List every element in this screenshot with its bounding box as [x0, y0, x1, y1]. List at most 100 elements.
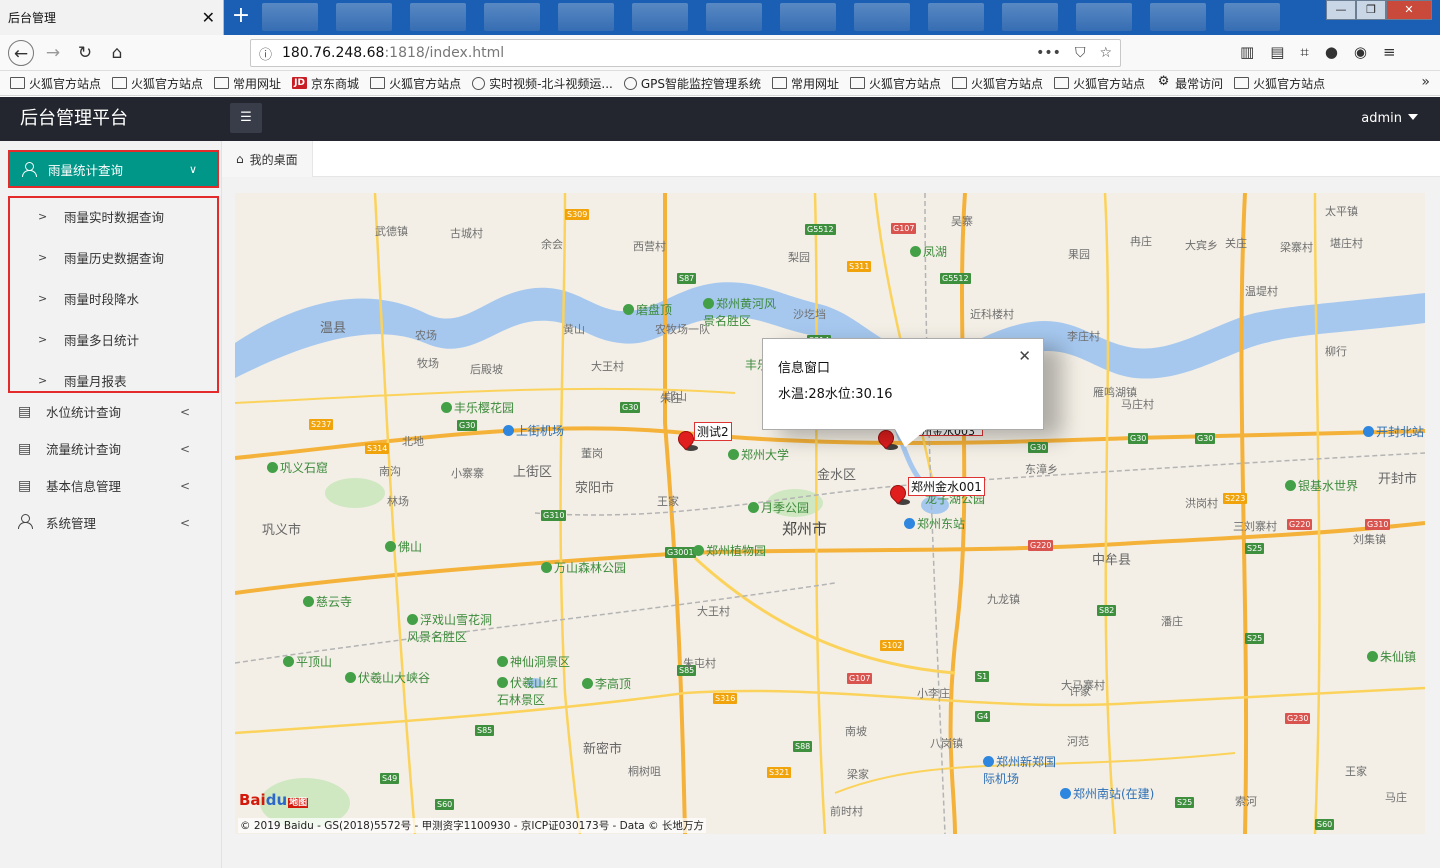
reload-icon[interactable]: ↻ — [72, 40, 98, 66]
sidebar-toggle-icon[interactable]: ▤ — [1270, 43, 1284, 61]
submenu-item-multiday[interactable]: > 雨量多日统计 — [10, 319, 217, 360]
bookmark-item[interactable]: 常用网址 — [214, 75, 281, 92]
poi-moupanding: 磨盘顶 — [623, 301, 672, 318]
tab-thumbnail[interactable] — [336, 3, 392, 31]
road-shield: G220 — [1028, 540, 1054, 551]
tab-thumbnail[interactable] — [1150, 3, 1206, 31]
folder-icon — [1054, 77, 1070, 89]
poi-icon — [728, 449, 739, 460]
library-icon[interactable]: ▥ — [1240, 43, 1254, 61]
bookmark-item[interactable]: 火狐官方站点 — [952, 75, 1043, 92]
bookmark-item[interactable]: 火狐官方站点 — [850, 75, 941, 92]
browser-navbar: ← → ↻ ⌂ ⓘ 180.76.248.68 :1818/index.html… — [0, 35, 1440, 71]
browser-tab[interactable]: 后台管理 ✕ — [0, 0, 224, 35]
bookmark-item[interactable]: JD 京东商城 — [292, 75, 359, 92]
village-label: 余会 — [541, 238, 563, 251]
new-tab-button[interactable]: + — [228, 4, 254, 30]
village-label: 河范 — [1067, 735, 1089, 748]
bookmark-label: 京东商城 — [311, 76, 360, 91]
tab-thumbnail[interactable] — [854, 3, 910, 31]
info-icon[interactable]: ⓘ — [259, 44, 272, 63]
hamburger-menu-icon[interactable]: ≡ — [1383, 43, 1396, 61]
tab-thumbnail[interactable] — [558, 3, 614, 31]
map-marker[interactable] — [886, 481, 910, 511]
map-marker[interactable] — [674, 427, 698, 457]
sidebar-item-rainfall[interactable]: 雨量统计查询 ∨ — [8, 150, 219, 188]
road-shield: S25 — [1245, 543, 1265, 554]
back-icon[interactable]: ← — [8, 40, 34, 66]
tab-thumbnail[interactable] — [632, 3, 688, 31]
tab-thumbnail[interactable] — [484, 3, 540, 31]
minimize-button[interactable]: — — [1326, 0, 1356, 20]
submenu-item-period[interactable]: > 雨量时段降水 — [10, 278, 217, 319]
globe-icon — [623, 76, 637, 90]
forward-icon[interactable]: → — [40, 40, 66, 66]
app-logo[interactable]: 后台管理平台 — [20, 97, 128, 141]
tab-thumbnail[interactable] — [1076, 3, 1132, 31]
sidebar-item-system[interactable]: 系统管理 < — [0, 504, 220, 541]
bookmark-label: 常用网址 — [791, 76, 840, 91]
tab-thumbnail[interactable] — [780, 3, 836, 31]
bookmark-item[interactable]: 火狐官方站点 — [1234, 75, 1325, 92]
maximize-button[interactable]: ❐ — [1356, 0, 1386, 20]
bookmark-label: 最常访问 — [1175, 76, 1224, 91]
bookmark-label: 火狐官方站点 — [389, 76, 462, 91]
rainfall-submenu: > 雨量实时数据查询 > 雨量历史数据查询 > 雨量时段降水 > 雨量多日统计 … — [8, 196, 219, 393]
village-label: 北地 — [402, 435, 424, 448]
window-controls: — ❐ ✕ — [1326, 0, 1432, 20]
sidebar-item-basic-info[interactable]: ▤ 基本信息管理 < — [0, 467, 220, 504]
road-shield: S314 — [365, 443, 390, 454]
marker-label[interactable]: 测试2 — [694, 422, 732, 441]
menu-toggle-button[interactable]: ☰ — [230, 103, 262, 133]
tab-close-icon[interactable]: ✕ — [202, 8, 215, 27]
pocket-icon[interactable]: ⛉ — [1075, 45, 1086, 61]
home-icon[interactable]: ⌂ — [104, 40, 130, 66]
bookmark-item[interactable]: 实时视频-北斗视频运... — [472, 75, 613, 92]
village-label: 农牧场一队 — [655, 323, 710, 336]
tab-my-desktop[interactable]: ⌂ 我的桌面 — [222, 141, 313, 177]
road-shield: G3001 — [665, 547, 696, 558]
bookmark-star-icon[interactable]: ☆ — [1099, 45, 1112, 61]
poi-yinji: 银基水世界 — [1285, 477, 1358, 494]
marker-label[interactable]: 郑州金水001 — [908, 477, 985, 496]
bookmark-label: 火狐官方站点 — [1253, 76, 1326, 91]
close-window-button[interactable]: ✕ — [1386, 0, 1432, 20]
page-actions-icon[interactable]: ••• — [1036, 45, 1061, 61]
sidebar-item-label: 水位统计查询 — [46, 405, 122, 420]
tab-thumbnail[interactable] — [706, 3, 762, 31]
bookmarks-more-icon[interactable]: » — [1421, 74, 1430, 90]
url-bar[interactable]: ⓘ 180.76.248.68 :1818/index.html ••• ⛉ ☆ — [250, 39, 1121, 67]
tab-thumbnail[interactable] — [410, 3, 466, 31]
bookmark-item[interactable]: ⚙ 最常访问 — [1156, 75, 1223, 92]
bookmark-item[interactable]: 火狐官方站点 — [370, 75, 461, 92]
submenu-item-history[interactable]: > 雨量历史数据查询 — [10, 237, 217, 278]
baidu-map[interactable]: S314 G30 G30 G30 G30 G30 G5512 G5512 S87… — [235, 193, 1425, 834]
tab-thumbnail[interactable] — [928, 3, 984, 31]
village-label: 农场 — [415, 329, 437, 342]
sidebar-item-flow[interactable]: ▤ 流量统计查询 < — [0, 430, 220, 467]
user-menu[interactable]: admin — [1361, 97, 1418, 141]
close-icon[interactable]: ✕ — [1018, 347, 1031, 365]
bookmark-item[interactable]: 常用网址 — [772, 75, 839, 92]
crop-icon[interactable]: ⌗ — [1300, 43, 1308, 61]
map-marker[interactable] — [874, 426, 898, 456]
bookmark-item[interactable]: 火狐官方站点 — [10, 75, 101, 92]
tab-thumbnail[interactable] — [262, 3, 318, 31]
sidebar-item-label: 雨量统计查询 — [48, 162, 124, 178]
tab-thumbnail[interactable] — [1224, 3, 1280, 31]
account-icon[interactable]: ◉ — [1354, 43, 1367, 61]
sidebar-item-water-level[interactable]: ▤ 水位统计查询 < — [0, 393, 220, 430]
bookmark-item[interactable]: GPS智能监控管理系统 — [623, 75, 761, 92]
chat-icon[interactable]: ● — [1325, 43, 1338, 61]
tab-thumbnail[interactable] — [1002, 3, 1058, 31]
district-label-jinshui: 金水区 — [817, 468, 857, 483]
poi-icon — [541, 562, 552, 573]
road-shield: S88 — [793, 741, 813, 752]
village-label: 堪庄村 — [1330, 237, 1363, 250]
globe-icon — [472, 76, 486, 90]
bookmark-item[interactable]: 火狐官方站点 — [1054, 75, 1145, 92]
baidu-map-logo[interactable]: Baidu 地图 — [239, 791, 309, 809]
chevron-left-icon: < — [179, 478, 190, 493]
bookmark-item[interactable]: 火狐官方站点 — [112, 75, 203, 92]
submenu-item-realtime[interactable]: > 雨量实时数据查询 — [10, 196, 217, 237]
